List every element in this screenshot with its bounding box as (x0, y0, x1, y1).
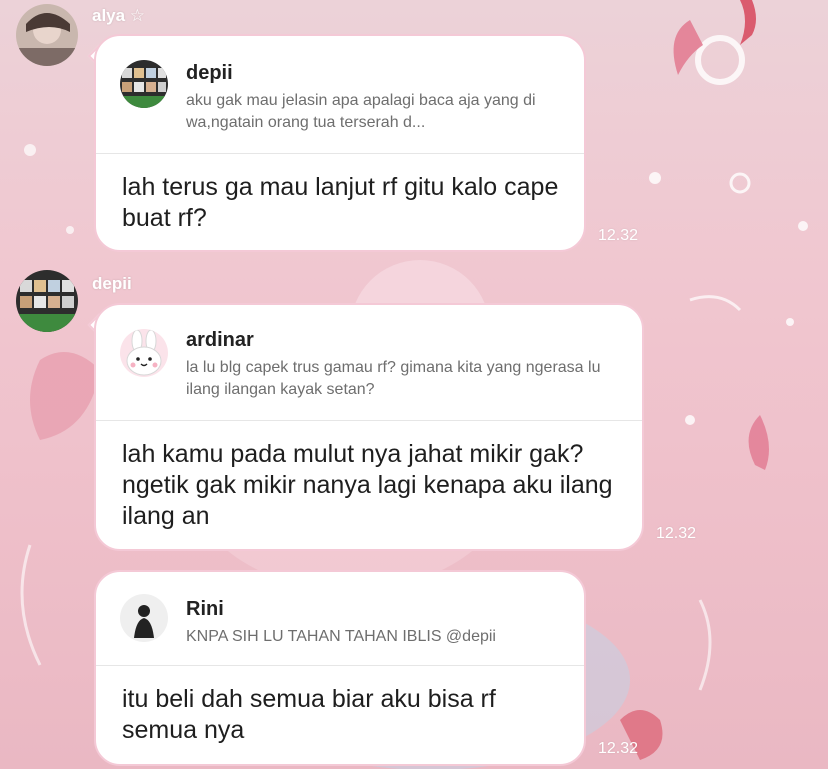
avatar[interactable] (16, 4, 78, 66)
message-time: 12.32 (598, 227, 639, 244)
reply-author-name: Rini (186, 598, 224, 620)
message-text: lah kamu pada mulut nya jahat mikir gak?… (122, 440, 613, 530)
user-photo-icon (120, 594, 168, 642)
sender-name: depii (92, 274, 132, 293)
reply-preview[interactable]: depii aku gak mau jelasin apa apalagi ba… (96, 36, 584, 154)
message-bubble[interactable]: ardinar la lu blg capek trus gamau rf? g… (94, 303, 644, 551)
message-bubble[interactable]: Rini KNPA SIH LU TAHAN TAHAN IBLIS @depi… (94, 570, 586, 766)
reply-avatar (120, 329, 168, 377)
reply-preview[interactable]: Rini KNPA SIH LU TAHAN TAHAN IBLIS @depi… (96, 572, 584, 666)
message-text: lah terus ga mau lanjut rf gitu kalo cap… (122, 173, 559, 232)
message-bubble[interactable]: depii aku gak mau jelasin apa apalagi ba… (94, 34, 586, 252)
reply-author-name: ardinar (186, 329, 254, 351)
message-time: 12.32 (656, 525, 697, 542)
reply-author-name: depii (186, 62, 233, 84)
reply-text: KNPA SIH LU TAHAN TAHAN IBLIS @depii (186, 628, 496, 645)
group-photo-icon (120, 60, 168, 108)
reply-text: la lu blg capek trus gamau rf? gimana ki… (186, 359, 601, 398)
reply-avatar (120, 60, 168, 108)
bunny-icon (120, 329, 168, 377)
message-text: itu beli dah semua biar aku bisa rf semu… (122, 685, 496, 744)
reply-avatar (120, 594, 168, 642)
sender-name: alya ☆ (92, 6, 146, 25)
avatar[interactable] (16, 270, 78, 332)
message-time: 12.32 (598, 740, 639, 757)
user-photo-icon (16, 4, 78, 66)
reply-text: aku gak mau jelasin apa apalagi baca aja… (186, 92, 536, 131)
group-photo-icon (16, 270, 78, 332)
reply-preview[interactable]: ardinar la lu blg capek trus gamau rf? g… (96, 305, 642, 421)
